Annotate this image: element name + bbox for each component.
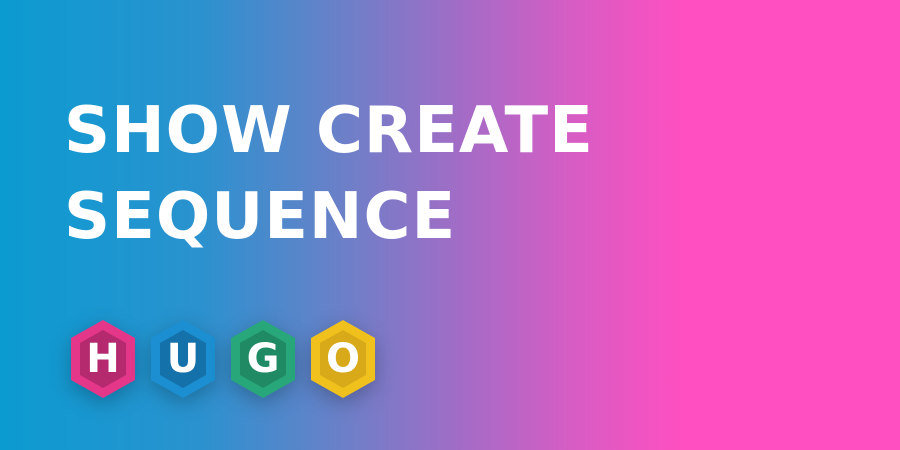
logo-letter-o: O: [325, 336, 360, 382]
banner: SHOW CREATE SEQUENCE H U G O: [0, 0, 900, 450]
hugo-logo-hex-g: G: [228, 318, 298, 400]
logo-letter-h: H: [86, 336, 120, 382]
hugo-logo: H U G O: [68, 318, 388, 408]
hugo-logo-hex-o: O: [308, 318, 378, 400]
hugo-logo-hex-u: U: [148, 318, 218, 400]
logo-letter-g: G: [246, 336, 280, 382]
logo-letter-u: U: [166, 336, 200, 382]
hugo-logo-hex-h: H: [68, 318, 138, 400]
page-title: SHOW CREATE SEQUENCE: [64, 88, 594, 260]
title-line-2: SEQUENCE: [64, 180, 457, 254]
title-line-1: SHOW CREATE: [64, 94, 594, 168]
